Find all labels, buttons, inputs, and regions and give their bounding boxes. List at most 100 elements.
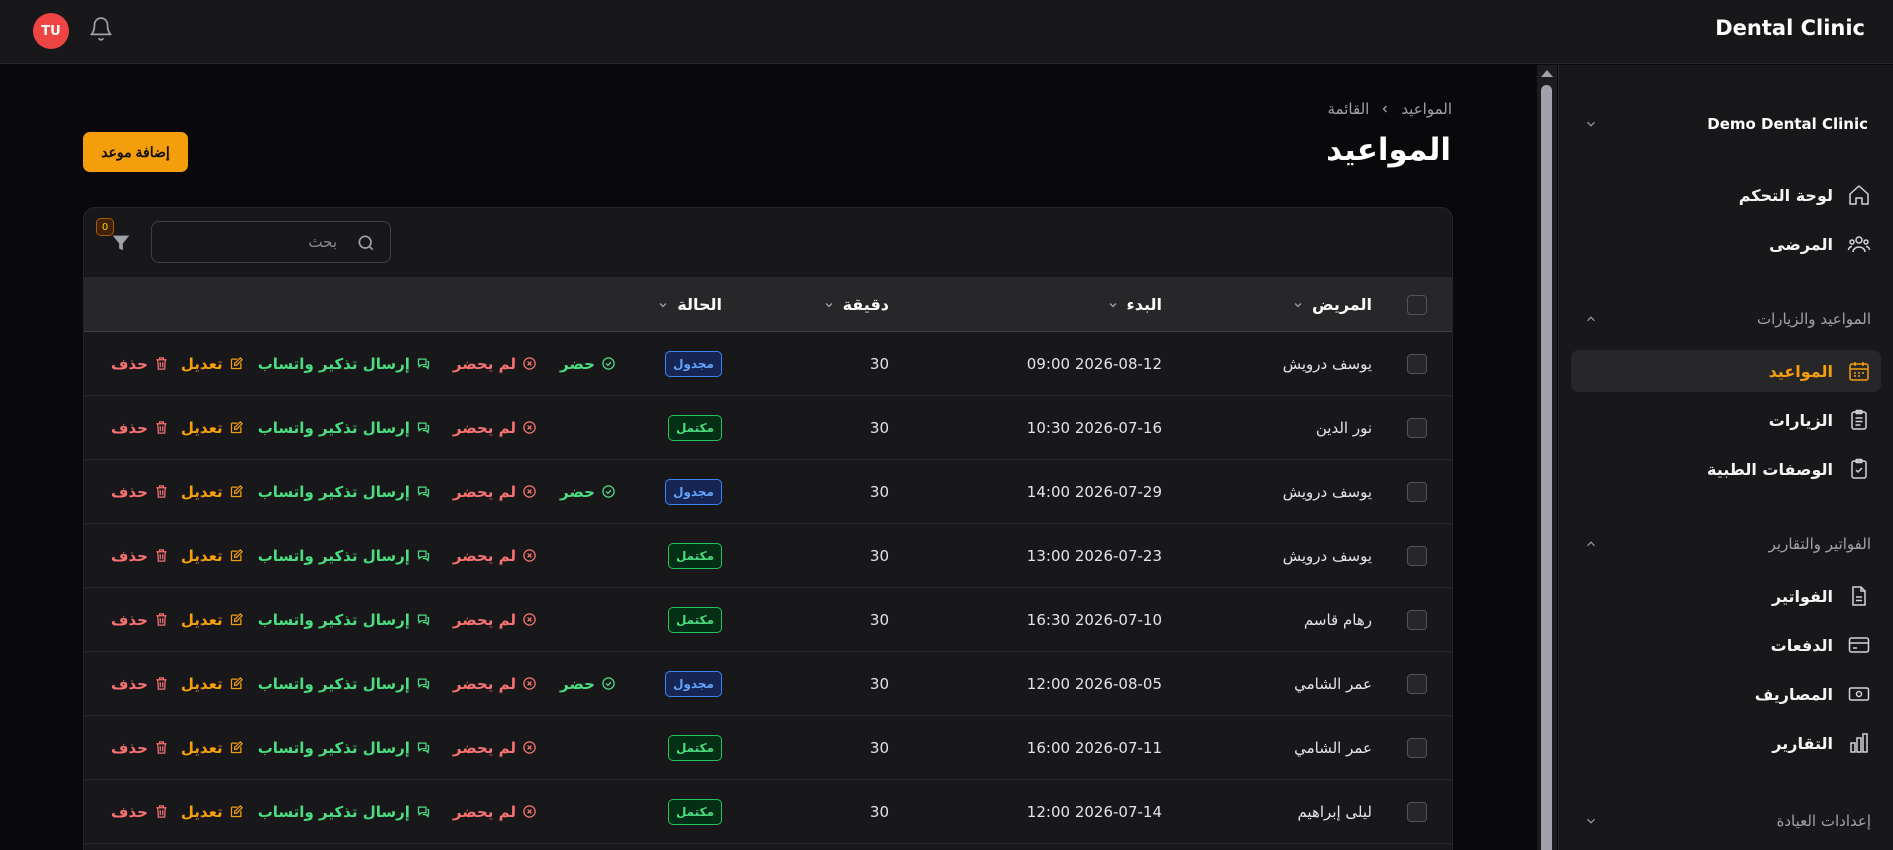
send-whatsapp-reminder-button[interactable]: إرسال تذكير واتساب <box>258 483 431 501</box>
row-actions: لم يحضر إرسال تذكير واتساب تعديل حذف <box>111 524 537 587</box>
scroll-up-arrow[interactable] <box>1541 70 1553 77</box>
patient-name: ليلى إبراهيم <box>1297 802 1372 821</box>
column-header-start[interactable]: البدء <box>1107 278 1162 331</box>
duration-minutes: 30 <box>869 482 889 501</box>
scroll-thumb[interactable] <box>1541 85 1552 850</box>
add-appointment-button[interactable]: إضافة موعد <box>83 132 188 172</box>
row-checkbox[interactable] <box>1407 609 1427 630</box>
status-badge: مكتمل <box>667 798 722 825</box>
mark-no-show-button[interactable]: لم يحضر <box>453 483 537 501</box>
action-label: تعديل <box>180 482 223 501</box>
bar-chart-icon <box>1850 733 1868 753</box>
delete-button[interactable]: حذف <box>111 355 169 373</box>
column-header-patient[interactable]: المريض <box>1292 278 1372 331</box>
user-avatar[interactable]: TU <box>33 13 69 49</box>
row-checkbox[interactable] <box>1407 417 1427 438</box>
patient-name: عمر الشامي <box>1294 738 1372 757</box>
mark-no-show-button[interactable]: لم يحضر <box>453 547 537 565</box>
bell-icon[interactable] <box>88 16 114 42</box>
action-label: حذف <box>111 610 148 629</box>
send-whatsapp-reminder-button[interactable]: إرسال تذكير واتساب <box>258 547 431 565</box>
sidebar-item-prescriptions[interactable]: الوصفات الطبية <box>1571 448 1881 490</box>
x-circle-icon <box>523 485 536 498</box>
mark-no-show-button[interactable]: لم يحضر <box>453 355 537 373</box>
edit-button[interactable]: تعديل <box>181 547 244 565</box>
table-row: ليلى إبراهيم 2026-07-14 12:00 30 مكتمل لم يح… <box>84 780 1452 844</box>
edit-button[interactable]: تعديل <box>181 355 244 373</box>
row-checkbox[interactable] <box>1407 801 1427 822</box>
chat-icon <box>417 614 429 627</box>
mark-present-button[interactable]: حضر <box>560 355 616 373</box>
send-whatsapp-reminder-button[interactable]: إرسال تذكير واتساب <box>258 675 431 693</box>
mark-no-show-button[interactable]: لم يحضر <box>453 675 537 693</box>
x-circle-icon <box>523 613 536 626</box>
x-circle-icon <box>523 805 536 818</box>
row-checkbox[interactable] <box>1407 673 1427 694</box>
nav-group-settings[interactable]: إعدادات العيادة <box>1584 807 1871 835</box>
breadcrumb-root[interactable]: المواعيد <box>1401 100 1452 118</box>
sidebar: Demo Dental Clinic لوحة التحكم المرضى ال… <box>1558 65 1893 850</box>
banknote-icon <box>1848 687 1870 701</box>
mark-no-show-button[interactable]: لم يحضر <box>453 803 537 821</box>
sidebar-item-patients[interactable]: المرضى <box>1571 223 1881 265</box>
sidebar-item-reports[interactable]: التقارير <box>1571 722 1881 764</box>
sidebar-item-payments[interactable]: الدفعات <box>1571 624 1881 666</box>
sidebar-item-appointments[interactable]: المواعيد <box>1571 350 1881 392</box>
row-actions: حضر لم يحضر إرسال تذكير واتساب تعديل حذف <box>111 332 616 395</box>
row-checkbox[interactable] <box>1407 481 1427 502</box>
sidebar-item-label: الوصفات الطبية <box>1707 459 1833 479</box>
mark-present-button[interactable]: حضر <box>560 675 616 693</box>
sidebar-item-label: الفواتير <box>1771 586 1833 606</box>
mark-present-button[interactable]: حضر <box>560 483 616 501</box>
row-actions: لم يحضر إرسال تذكير واتساب تعديل حذف <box>111 396 537 459</box>
edit-button[interactable]: تعديل <box>181 611 244 629</box>
sidebar-item-visits[interactable]: الزيارات <box>1571 399 1881 441</box>
edit-button[interactable]: تعديل <box>181 483 244 501</box>
edit-button[interactable]: تعديل <box>181 675 244 693</box>
delete-button[interactable]: حذف <box>111 803 169 821</box>
edit-icon <box>230 548 243 562</box>
send-whatsapp-reminder-button[interactable]: إرسال تذكير واتساب <box>258 739 431 757</box>
delete-button[interactable]: حذف <box>111 739 169 757</box>
delete-button[interactable]: حذف <box>111 611 169 629</box>
sidebar-item-expenses[interactable]: المصاريف <box>1571 673 1881 715</box>
trash-icon <box>156 549 167 562</box>
delete-button[interactable]: حذف <box>111 419 169 437</box>
send-whatsapp-reminder-button[interactable]: إرسال تذكير واتساب <box>258 419 431 437</box>
action-label: حذف <box>111 546 148 565</box>
column-header-status[interactable]: الحالة <box>657 278 722 331</box>
column-header-minutes[interactable]: دقيقة <box>823 278 889 331</box>
mark-no-show-button[interactable]: لم يحضر <box>453 419 537 437</box>
action-label: تعديل <box>180 354 223 373</box>
row-checkbox[interactable] <box>1407 737 1427 758</box>
edit-button[interactable]: تعديل <box>181 739 244 757</box>
chat-icon <box>417 486 429 499</box>
main-scrollbar[interactable] <box>1537 65 1557 850</box>
status-badge: مكتمل <box>667 542 722 569</box>
mark-no-show-button[interactable]: لم يحضر <box>453 611 537 629</box>
tenant-name: Demo Dental Clinic <box>1707 115 1868 133</box>
send-whatsapp-reminder-button[interactable]: إرسال تذكير واتساب <box>258 611 431 629</box>
row-checkbox[interactable] <box>1407 545 1427 566</box>
search-input[interactable] <box>162 228 337 256</box>
delete-button[interactable]: حذف <box>111 547 169 565</box>
send-whatsapp-reminder-button[interactable]: إرسال تذكير واتساب <box>258 355 431 373</box>
send-whatsapp-reminder-button[interactable]: إرسال تذكير واتساب <box>258 803 431 821</box>
row-checkbox[interactable] <box>1407 353 1427 374</box>
select-all-checkbox[interactable] <box>1407 294 1427 315</box>
mark-no-show-button[interactable]: لم يحضر <box>453 739 537 757</box>
filter-icon[interactable] <box>110 232 132 254</box>
delete-button[interactable]: حذف <box>111 675 169 693</box>
delete-button[interactable]: حذف <box>111 483 169 501</box>
check-circle-icon <box>602 357 615 370</box>
nav-group-billing[interactable]: الفواتير والتقارير <box>1584 530 1871 558</box>
sidebar-item-invoices[interactable]: الفواتير <box>1571 575 1881 617</box>
tenant-switcher[interactable]: Demo Dental Clinic <box>1584 109 1868 139</box>
table-row: عمر الشامي 2026-08-05 12:00 30 مجدول حضر لم ي… <box>84 652 1452 716</box>
sidebar-item-dashboard[interactable]: لوحة التحكم <box>1571 174 1881 216</box>
edit-button[interactable]: تعديل <box>181 803 244 821</box>
sidebar-item-label: لوحة التحكم <box>1738 185 1833 205</box>
table-row: يوسف درويش 2026-07-23 13:00 30 مكتمل لم يحضر… <box>84 524 1452 588</box>
nav-group-appointments[interactable]: المواعيد والزيارات <box>1584 305 1871 333</box>
edit-button[interactable]: تعديل <box>181 419 244 437</box>
